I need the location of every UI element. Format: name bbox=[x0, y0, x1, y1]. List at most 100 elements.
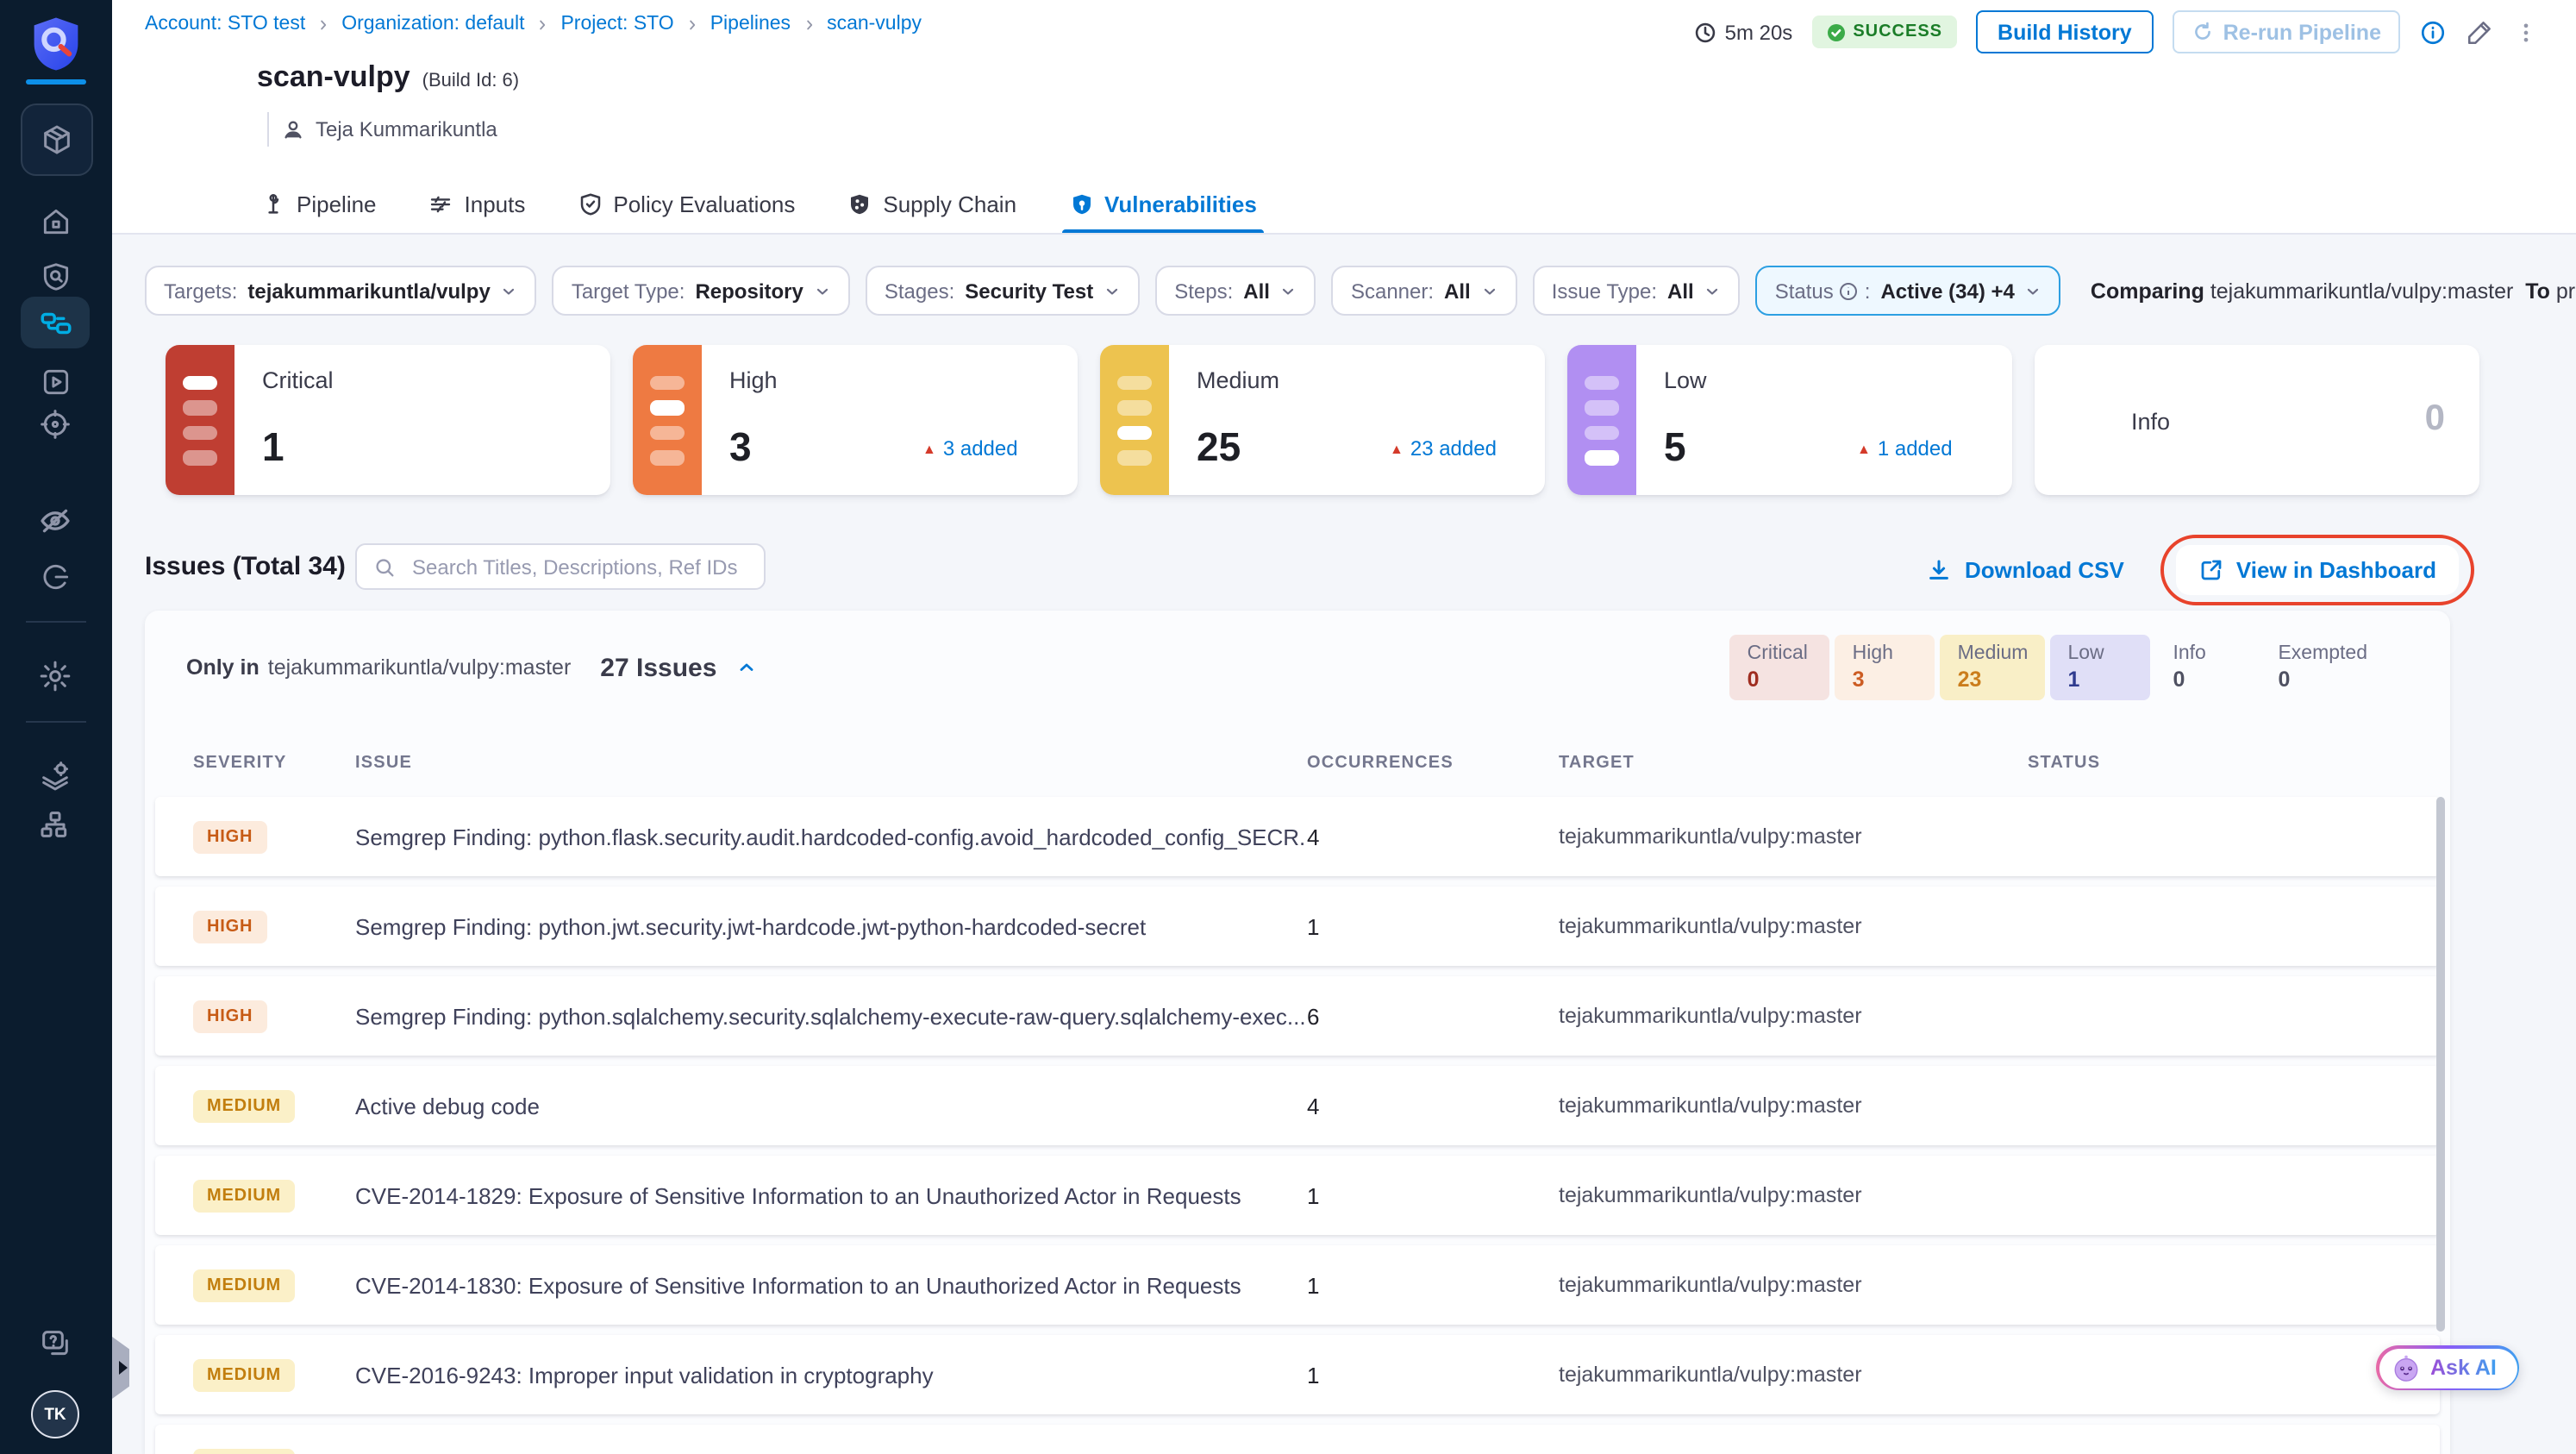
severity-gauge-bar bbox=[1567, 345, 1636, 495]
kebab-menu-icon[interactable] bbox=[2514, 18, 2538, 46]
sidebar-item-targets[interactable] bbox=[21, 400, 90, 448]
issue-row[interactable]: MEDIUM CVE-2014-1829: Exposure of Sensiti… bbox=[155, 1156, 2440, 1235]
added-count: ▲ 1 added bbox=[1857, 436, 1953, 461]
severity-badge: HIGH bbox=[193, 1000, 267, 1033]
summary-pill-low: Low 1 bbox=[2050, 635, 2151, 700]
pipeline-tab-icon bbox=[260, 191, 286, 217]
filter-value: Repository bbox=[695, 279, 803, 303]
breadcrumb-link[interactable]: scan-vulpy bbox=[827, 14, 922, 34]
filter-status[interactable]: Status : Active (34) +4 bbox=[1755, 266, 2061, 316]
sidebar-item-settings[interactable] bbox=[21, 652, 90, 700]
tab-label: Inputs bbox=[464, 191, 526, 217]
sidebar-item-home[interactable] bbox=[21, 197, 90, 245]
issues-search[interactable] bbox=[355, 543, 766, 590]
sidebar-divider bbox=[26, 621, 86, 623]
filter-targets[interactable]: Targets: tejakummarikuntla/vulpy bbox=[145, 266, 537, 316]
breadcrumb-link[interactable]: Project: STO bbox=[560, 14, 673, 34]
download-csv-button[interactable]: Download CSV bbox=[1927, 557, 2124, 583]
tab-inputs[interactable]: Inputs bbox=[425, 176, 529, 233]
breadcrumb-link[interactable]: Account: STO test bbox=[145, 14, 305, 34]
user-avatar[interactable]: TK bbox=[31, 1390, 79, 1438]
view-in-dashboard-button[interactable]: View in Dashboard bbox=[2160, 535, 2474, 605]
group-header[interactable]: Only in tejakummarikuntla/vulpy:master 2… bbox=[186, 653, 756, 682]
ask-ai-label: Ask AI bbox=[2430, 1356, 2497, 1380]
pipeline-author: Teja Kummarikuntla bbox=[267, 112, 497, 147]
search-input[interactable] bbox=[409, 553, 748, 580]
build-history-button[interactable]: Build History bbox=[1975, 10, 2154, 53]
sidebar-item-default-settings[interactable] bbox=[21, 752, 90, 800]
card-label: Info bbox=[2131, 409, 2171, 435]
run-meta: 5m 20s SUCCESS Build History Re-run Pipe… bbox=[1694, 10, 2538, 53]
tab-pipeline[interactable]: Pipeline bbox=[257, 176, 380, 233]
issue-row[interactable]: MEDIUM CVE-2016-9243: Improper input vali… bbox=[155, 1335, 2440, 1414]
severity-card-low[interactable]: Low 5 ▲ 1 added bbox=[1567, 345, 2012, 495]
play-icon bbox=[39, 365, 72, 398]
help-button[interactable] bbox=[21, 1319, 90, 1368]
pipeline-flow-icon bbox=[37, 304, 73, 341]
filter-value: All bbox=[1243, 279, 1270, 303]
issue-row[interactable]: MEDIUM Active debug code 4 tejakummarikuntl… bbox=[155, 1066, 2440, 1145]
triangle-up-icon: ▲ bbox=[1390, 441, 1404, 456]
breadcrumb-link[interactable]: Pipelines bbox=[710, 14, 791, 34]
severity-badge: MEDIUM bbox=[193, 1359, 295, 1392]
severity-card-info[interactable]: Info 0 bbox=[2035, 345, 2479, 495]
tab-supply-chain[interactable]: Supply Chain bbox=[843, 176, 1020, 233]
info-icon[interactable] bbox=[2419, 18, 2447, 46]
chevron-right-icon bbox=[685, 16, 700, 32]
filter-value: All bbox=[1444, 279, 1471, 303]
filter-steps[interactable]: Steps: All bbox=[1155, 266, 1316, 316]
card-count: 5 bbox=[1664, 424, 1686, 469]
rerun-pipeline-button[interactable]: Re-run Pipeline bbox=[2173, 10, 2400, 53]
breadcrumb-link[interactable]: Organization: default bbox=[341, 14, 524, 34]
issue-row[interactable]: HIGH Semgrep Finding: python.jwt.security… bbox=[155, 887, 2440, 966]
summary-label: Info bbox=[2173, 643, 2206, 664]
chevron-up-icon[interactable] bbox=[735, 657, 756, 678]
filter-scanner[interactable]: Scanner: All bbox=[1331, 266, 1517, 316]
severity-cards: Critical 1 High 3 ▲ 3 added Medium 25 ▲ 23 added L… bbox=[166, 345, 2479, 495]
chevron-down-icon bbox=[501, 282, 518, 299]
home-icon bbox=[39, 204, 72, 237]
download-icon bbox=[1927, 557, 1953, 583]
triangle-up-icon: ▲ bbox=[1857, 441, 1871, 456]
column-header-severity: SEVERITY bbox=[193, 754, 287, 773]
issue-target: tejakummarikuntla/vulpy:master bbox=[1559, 1183, 1862, 1207]
issue-target: tejakummarikuntla/vulpy:master bbox=[1559, 1363, 1862, 1387]
filter-value: Active (34) +4 bbox=[1880, 279, 2015, 303]
severity-badge: HIGH bbox=[193, 821, 267, 854]
page-header: Account: STO test Organization: default Pr… bbox=[112, 0, 2576, 235]
tab-vulnerabilities[interactable]: Vulnerabilities bbox=[1061, 176, 1265, 233]
severity-badge: HIGH bbox=[193, 911, 267, 943]
page-title: scan-vulpy bbox=[257, 60, 410, 93]
sidebar-item-org-structure[interactable] bbox=[21, 800, 90, 849]
chevron-right-icon bbox=[316, 16, 331, 32]
ask-ai-button[interactable]: Ask AI bbox=[2376, 1345, 2520, 1390]
filter-target-type[interactable]: Target Type: Repository bbox=[552, 266, 850, 316]
occurrences-count: 4 bbox=[1307, 1093, 1320, 1119]
tab-policy-evaluations[interactable]: Policy Evaluations bbox=[573, 176, 798, 233]
severity-card-critical[interactable]: Critical 1 bbox=[166, 345, 610, 495]
shield-dot-icon bbox=[1068, 191, 1094, 217]
filter-stages[interactable]: Stages: Security Test bbox=[865, 266, 1141, 316]
issue-row[interactable]: HIGH Semgrep Finding: python.flask.securi… bbox=[155, 797, 2440, 876]
sidebar-item-get-started[interactable] bbox=[21, 552, 90, 600]
summary-count: 0 bbox=[2278, 667, 2291, 692]
severity-gauge-bar bbox=[633, 345, 702, 495]
sidebar-item-pipelines[interactable] bbox=[21, 297, 90, 348]
occurrences-count: 4 bbox=[1307, 824, 1320, 849]
edit-pencil-icon[interactable] bbox=[2466, 17, 2495, 47]
issue-row[interactable]: MEDIUM CVE-2014-1830: Exposure of Sensiti… bbox=[155, 1245, 2440, 1325]
sidebar-item-exemptions[interactable] bbox=[21, 497, 90, 545]
breadcrumb: Account: STO test Organization: default Pr… bbox=[145, 14, 922, 34]
issue-row[interactable]: HIGH Semgrep Finding: python.sqlalchemy.s… bbox=[155, 976, 2440, 1056]
severity-badge: MEDIUM bbox=[193, 1269, 295, 1302]
issue-row[interactable]: MEDIUM bbox=[155, 1425, 2440, 1454]
severity-card-high[interactable]: High 3 ▲ 3 added bbox=[633, 345, 1078, 495]
sidebar-item-overview[interactable] bbox=[21, 252, 90, 300]
severity-card-medium[interactable]: Medium 25 ▲ 23 added bbox=[1100, 345, 1545, 495]
filter-issue-type[interactable]: Issue Type: All bbox=[1532, 266, 1741, 316]
build-id: (Build Id: 6) bbox=[422, 71, 520, 91]
sidebar-item-executions[interactable] bbox=[21, 357, 90, 405]
summary-count: 3 bbox=[1852, 667, 1865, 692]
module-selector-button[interactable] bbox=[21, 103, 93, 176]
table-scrollbar[interactable] bbox=[2436, 797, 2445, 1332]
